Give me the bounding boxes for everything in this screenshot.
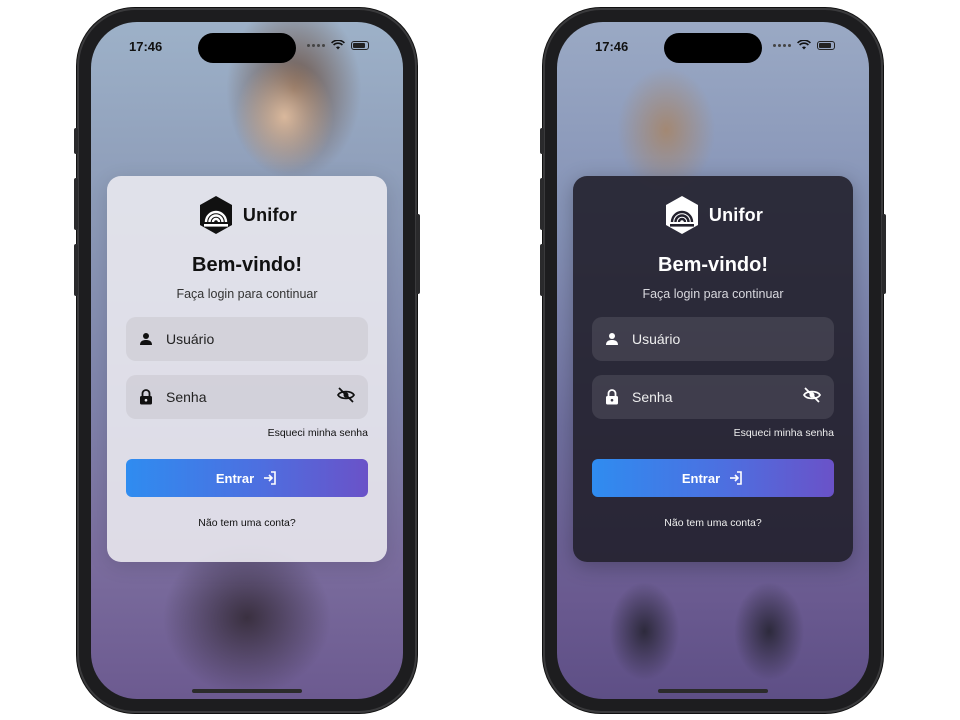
password-placeholder: Senha: [166, 389, 207, 405]
wifi-icon: [797, 40, 811, 50]
login-arrow-icon: [264, 471, 276, 485]
status-icons: [773, 40, 835, 50]
lock-icon: [138, 389, 154, 405]
phone-dark: 17:46 Unifor Bem-vindo! Faça login para …: [540, 8, 886, 713]
signal-icon: [773, 43, 791, 47]
username-placeholder: Usuário: [166, 331, 215, 347]
status-icons: [307, 40, 369, 50]
signup-link[interactable]: Não tem uma conta?: [126, 517, 368, 529]
volume-down-button: [540, 244, 544, 296]
brand-name: Unifor: [708, 204, 764, 225]
login-button[interactable]: Entrar: [126, 459, 368, 497]
brand: Unifor: [126, 194, 368, 236]
signup-link[interactable]: Não tem uma conta?: [592, 517, 834, 529]
eye-off-icon[interactable]: [802, 385, 822, 410]
dynamic-island: [664, 33, 762, 63]
home-indicator: [658, 689, 768, 693]
login-arrow-icon: [730, 471, 742, 485]
password-field[interactable]: Senha: [592, 375, 834, 419]
eye-off-icon[interactable]: [336, 385, 356, 410]
forgot-password-link[interactable]: Esqueci minha senha: [592, 427, 834, 439]
wifi-icon: [331, 40, 345, 50]
screen: 17:46 Unifor Bem-vindo! Faça login para …: [557, 22, 869, 699]
unifor-logo-icon: [665, 196, 698, 234]
mute-switch: [74, 128, 78, 154]
volume-up-button: [540, 178, 544, 230]
dynamic-island: [198, 33, 296, 63]
password-placeholder: Senha: [632, 389, 673, 405]
battery-icon: [817, 40, 835, 50]
login-card: Unifor Bem-vindo! Faça login para contin…: [573, 176, 853, 562]
brand-name: Unifor: [242, 204, 298, 225]
person-icon: [138, 331, 154, 347]
password-field[interactable]: Senha: [126, 375, 368, 419]
login-button[interactable]: Entrar: [592, 459, 834, 497]
forgot-password-link[interactable]: Esqueci minha senha: [126, 427, 368, 439]
username-placeholder: Usuário: [632, 331, 681, 347]
battery-icon: [351, 40, 369, 50]
status-time: 17:46: [129, 39, 163, 54]
login-button-label: Entrar: [215, 470, 255, 486]
volume-up-button: [74, 178, 78, 230]
phone-light: 17:46 Unifor Bem-vindo! Faça login para …: [74, 8, 420, 713]
brand: Unifor: [592, 194, 834, 236]
mute-switch: [540, 128, 544, 154]
welcome-subtitle: Faça login para continuar: [642, 287, 784, 301]
login-button-label: Entrar: [681, 470, 721, 486]
lock-icon: [604, 389, 620, 405]
login-card: Unifor Bem-vindo! Faça login para contin…: [107, 176, 387, 562]
power-button: [416, 214, 420, 294]
welcome-subtitle: Faça login para continuar: [176, 287, 318, 301]
welcome-title: Bem-vindo!: [658, 254, 768, 276]
username-field[interactable]: Usuário: [126, 317, 368, 361]
power-button: [882, 214, 886, 294]
welcome-title: Bem-vindo!: [192, 254, 302, 276]
home-indicator: [192, 689, 302, 693]
status-time: 17:46: [595, 39, 629, 54]
volume-down-button: [74, 244, 78, 296]
username-field[interactable]: Usuário: [592, 317, 834, 361]
signal-icon: [307, 43, 325, 47]
unifor-logo-icon: [199, 196, 232, 234]
person-icon: [604, 331, 620, 347]
screen: 17:46 Unifor Bem-vindo! Faça login para …: [91, 22, 403, 699]
